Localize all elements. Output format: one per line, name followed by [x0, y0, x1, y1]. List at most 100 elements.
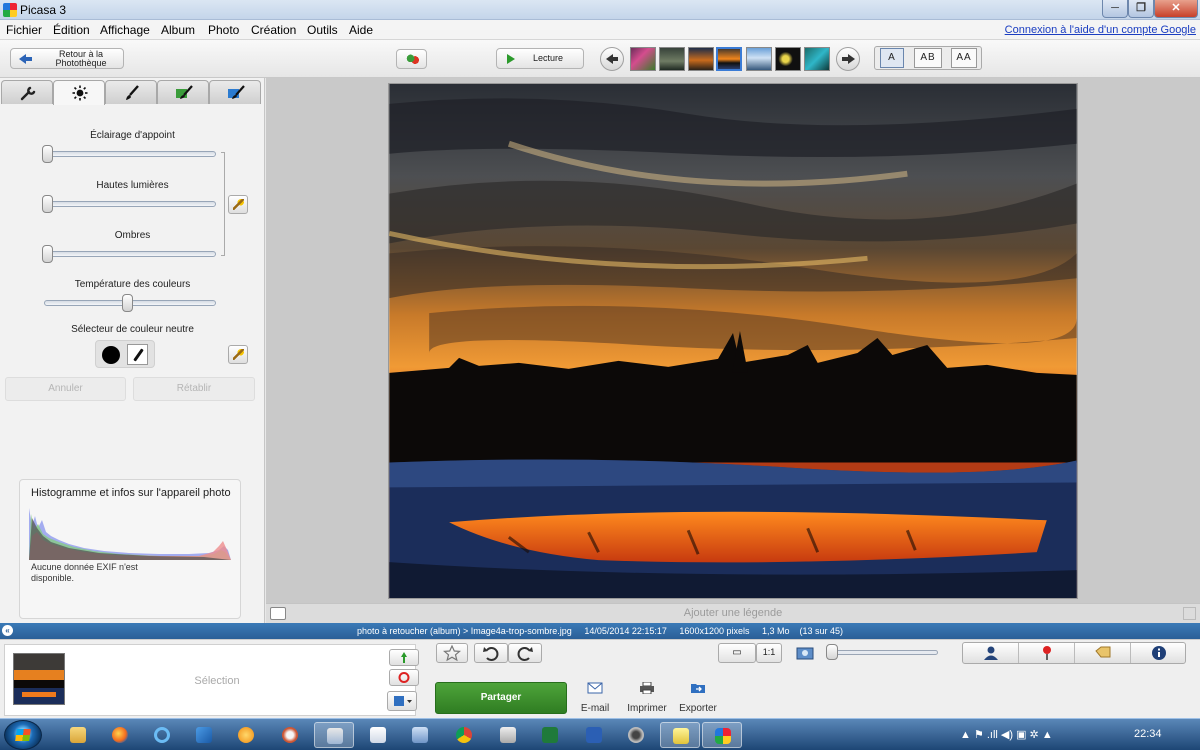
menu-affichage[interactable]: Affichage	[100, 23, 150, 37]
edit-tabs	[0, 78, 265, 105]
tab-tuning[interactable]	[53, 80, 105, 105]
rotate-left-icon	[483, 647, 499, 661]
previous-photo-button[interactable]	[600, 47, 624, 71]
menu-aide[interactable]: Aide	[349, 23, 373, 37]
filmstrip-thumbnail-selected[interactable]	[716, 47, 742, 71]
menu-outils[interactable]: Outils	[307, 23, 338, 37]
eyedropper-icon[interactable]	[127, 344, 148, 365]
taskbar-firefox[interactable]	[100, 722, 140, 748]
add-to-album-button[interactable]	[387, 691, 417, 711]
slideshow-play-button[interactable]: Lecture	[496, 48, 584, 69]
people-tab[interactable]	[963, 643, 1019, 663]
taskbar-excel[interactable]	[530, 722, 570, 748]
filmstrip-thumbnail[interactable]	[804, 47, 830, 71]
actual-size-button[interactable]: 1:1	[756, 643, 782, 663]
google-help-link[interactable]: Connexion à l'aide d'un compte Google	[1005, 24, 1196, 36]
star-button[interactable]	[436, 643, 468, 663]
hold-button[interactable]	[389, 649, 419, 666]
taskbar-chrome[interactable]	[444, 722, 484, 748]
app-6-icon	[673, 728, 689, 744]
email-button[interactable]: E-mail	[570, 682, 620, 714]
effects-brush-2-icon	[228, 85, 245, 99]
redo-button[interactable]: Rétablir	[133, 377, 255, 401]
shadows-slider[interactable]	[44, 251, 216, 257]
taskbar-ie[interactable]	[142, 722, 182, 748]
print-label: Imprimer	[627, 703, 667, 714]
tab-effects[interactable]	[105, 80, 157, 104]
taskbar-app-6[interactable]	[660, 722, 700, 748]
export-button[interactable]: Exporter	[673, 682, 723, 714]
app-2-icon	[282, 727, 298, 743]
system-tray[interactable]: ▲ ⚑ .ıll ◀) ▣ ✲ ▲	[960, 728, 1053, 741]
highlights-label: Hautes lumières	[96, 180, 169, 191]
filmstrip-thumbnail[interactable]	[746, 47, 772, 71]
photo-image[interactable]	[388, 83, 1078, 599]
rotate-left-button[interactable]	[474, 643, 508, 663]
taskbar-notes[interactable]	[358, 722, 398, 748]
info-tab[interactable]	[1131, 643, 1187, 663]
taskbar-app-5[interactable]	[616, 722, 656, 748]
taskbar-calculator[interactable]	[488, 722, 528, 748]
start-button[interactable]	[4, 720, 42, 750]
menu-album[interactable]: Album	[161, 23, 195, 37]
taskbar-media[interactable]	[226, 722, 266, 748]
edit-tool-button[interactable]	[396, 49, 427, 69]
rotate-right-button[interactable]	[508, 643, 542, 663]
filmstrip-thumbnail[interactable]	[688, 47, 714, 71]
export-icon	[691, 684, 705, 693]
minimize-button[interactable]: ─	[1102, 0, 1128, 18]
filmstrip-thumbnail[interactable]	[775, 47, 801, 71]
photo-position: (13 sur 45)	[799, 626, 844, 636]
highlights-slider-knob[interactable]	[42, 195, 53, 213]
selected-photo-thumbnail[interactable]	[13, 653, 65, 705]
zoom-slider-knob[interactable]	[826, 644, 838, 660]
photo-size: 1,3 Mo	[762, 626, 790, 636]
caption-mode-title-subtitle[interactable]: AB	[914, 48, 942, 68]
caption-mode-title[interactable]: A	[880, 48, 904, 68]
zoom-slider[interactable]	[830, 650, 938, 655]
print-button[interactable]: Imprimer	[622, 681, 672, 714]
places-tab[interactable]	[1019, 643, 1075, 663]
tags-tab[interactable]	[1075, 643, 1131, 663]
info-icon	[1152, 646, 1166, 660]
next-photo-button[interactable]	[836, 47, 860, 71]
highlights-slider[interactable]	[44, 201, 216, 207]
back-to-library-label: Retour à la Photothèque	[55, 49, 107, 68]
menu-fichier[interactable]: Fichier	[6, 23, 42, 37]
people-icon	[984, 646, 998, 660]
auto-contrast-button[interactable]	[228, 195, 248, 214]
email-icon	[587, 682, 603, 694]
close-button[interactable]: ✕	[1154, 0, 1198, 18]
undo-button[interactable]: Annuler	[5, 377, 126, 401]
back-to-library-button[interactable]: Retour à la Photothèque	[10, 48, 124, 69]
taskbar-word[interactable]	[574, 722, 614, 748]
share-button[interactable]: Partager	[435, 682, 567, 714]
fill-light-slider[interactable]	[44, 151, 216, 157]
palette-icon	[406, 54, 419, 65]
maximize-button[interactable]: ❐	[1128, 0, 1154, 18]
color-temperature-slider-knob[interactable]	[122, 294, 133, 312]
menu-photo[interactable]: Photo	[208, 23, 239, 37]
fit-view-button[interactable]: ▭	[718, 643, 756, 663]
tab-basic-fixes[interactable]	[1, 80, 53, 104]
tab-effects-3[interactable]	[209, 80, 261, 104]
taskbar-app-2[interactable]	[270, 722, 310, 748]
menu-creation[interactable]: Création	[251, 23, 296, 37]
caption-input[interactable]: Ajouter une légende	[266, 607, 1200, 619]
tab-effects-2[interactable]	[157, 80, 209, 104]
clear-button[interactable]	[389, 669, 419, 686]
edit-panel: Éclairage d'appoint Hautes lumières Ombr…	[0, 78, 265, 623]
taskbar-app-3[interactable]	[314, 722, 354, 748]
caption-expand-icon[interactable]	[1183, 607, 1196, 620]
taskbar-app-4[interactable]	[400, 722, 440, 748]
taskbar-app[interactable]	[184, 722, 224, 748]
caption-mode-full[interactable]: AA	[951, 48, 977, 68]
filmstrip-thumbnail[interactable]	[659, 47, 685, 71]
menu-edition[interactable]: Édition	[53, 23, 90, 37]
taskbar-picasa[interactable]	[702, 722, 742, 748]
shadows-slider-knob[interactable]	[42, 245, 53, 263]
fill-light-slider-knob[interactable]	[42, 145, 53, 163]
taskbar-explorer[interactable]	[58, 722, 98, 748]
auto-color-button[interactable]	[228, 345, 248, 364]
filmstrip-thumbnail[interactable]	[630, 47, 656, 71]
